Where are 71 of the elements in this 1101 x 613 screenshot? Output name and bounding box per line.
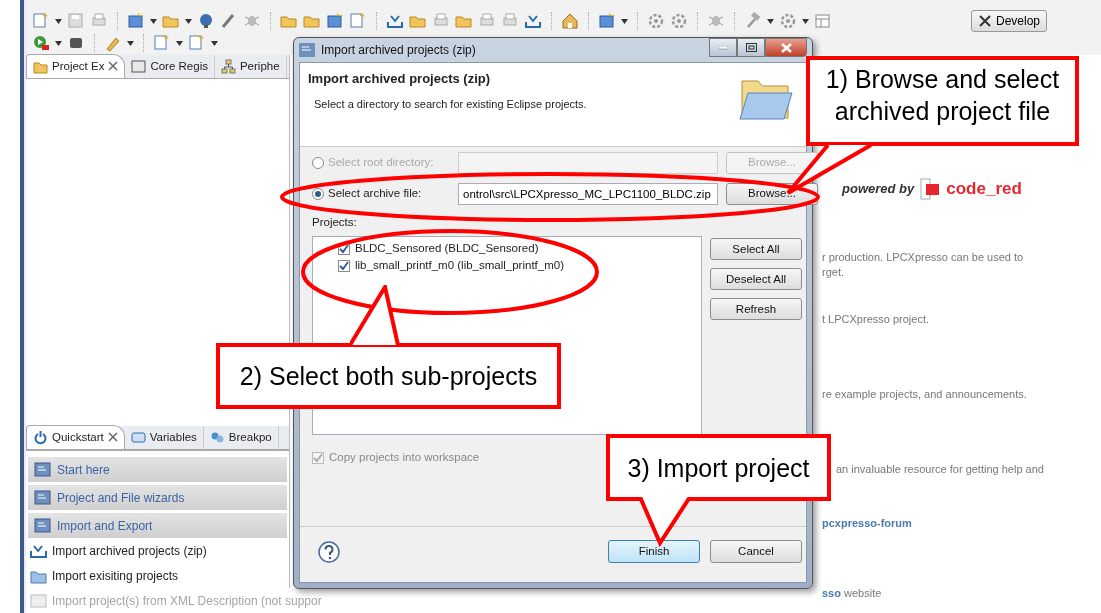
window-title: Import archived projects (zip) [321,42,476,59]
check-icon [339,243,349,254]
welcome-text: an invaluable resource for getting help and [836,462,1045,477]
logo-icon [920,178,941,200]
caret-icon[interactable] [802,18,809,24]
check-icon [339,260,349,271]
dialog-button[interactable]: Cancel [710,540,802,563]
section-header[interactable]: Start here [28,457,287,482]
bulb-icon[interactable] [197,12,215,30]
gear-icon[interactable] [647,12,665,30]
welcome-text: t LPCXpresso project. [822,312,930,327]
run-icon[interactable] [32,34,50,52]
minimize-button[interactable] [709,38,737,57]
caret-icon[interactable] [127,40,134,46]
dialog-description: Select a directory to search for existing Eclipse projects. [314,96,588,112]
perspective-icon[interactable] [814,12,832,30]
checkbox-label: Copy projects into workspace [329,450,480,466]
tools-icon [977,14,992,28]
projects-label: Projects: [312,215,358,230]
maximize-button[interactable] [737,38,765,57]
section-header[interactable]: Project and File wizards [28,485,287,510]
list-button[interactable]: Deselect All [710,268,802,291]
radio-option[interactable]: Select archive file: [312,184,450,203]
caret-icon[interactable] [55,40,62,46]
close-icon [780,42,792,53]
perspective-button[interactable]: Develop [970,10,1047,32]
forum-link[interactable]: pcxpresso-forum [822,516,1101,531]
caret-icon[interactable] [621,18,628,24]
dialog-button[interactable]: Finish [608,540,700,563]
minimize-icon [718,45,728,50]
close-icon[interactable] [108,61,119,72]
logo-text: powered by [842,180,915,199]
caret-icon[interactable] [185,18,192,24]
caret-icon[interactable] [211,40,218,46]
website-link[interactable]: sso [822,587,841,599]
welcome-text: sso website [822,586,883,601]
gear-icon[interactable] [670,12,688,30]
path-field[interactable]: ontrol\src\LPCXpresso_MC_LPC1100_BLDC.zip [458,182,718,205]
dialog-heading: Import archived projects (zip) [308,70,492,88]
hammer-icon[interactable] [744,12,762,30]
close-button[interactable] [765,38,807,57]
view-tab[interactable]: Variables [124,425,204,449]
welcome-text: rget. [822,265,845,280]
view-tab[interactable]: Project Ex [26,53,126,78]
close-icon[interactable] [107,432,118,443]
welcome-text: r production. LPCXpresso can be used to [822,250,1025,265]
hierarchy-icon [220,58,236,74]
help-icon[interactable] [318,540,340,563]
gear-icon[interactable] [779,12,797,30]
list-button[interactable]: Select All [710,238,802,261]
view-tab[interactable]: Breakpo [203,425,279,449]
view-tab[interactable]: Quickstart [26,424,125,449]
section-header[interactable]: Import and Export [28,513,287,538]
maximize-icon [745,43,757,52]
checkbox[interactable] [338,259,350,272]
view-tab[interactable]: Core Regis [125,54,215,78]
caret-icon[interactable] [176,40,183,46]
project-name: BLDC_Sensored (BLDC_Sensored) [355,241,539,257]
list-button[interactable]: Refresh [710,298,802,321]
logo-text: code_red [946,178,1022,201]
variables-icon [130,429,146,445]
app-icon [299,43,315,57]
check-icon [313,452,323,463]
welcome-text: re example projects, and announcements. [822,387,1028,402]
power-icon [33,429,48,445]
home-icon[interactable] [561,12,579,30]
caret-icon[interactable] [767,18,774,24]
caret-icon[interactable] [150,18,157,24]
project-name: lib_small_printf_m0 (lib_small_printf_m0) [355,258,564,274]
caret-icon[interactable] [55,18,62,24]
view-tab[interactable]: Periphe [214,54,287,78]
